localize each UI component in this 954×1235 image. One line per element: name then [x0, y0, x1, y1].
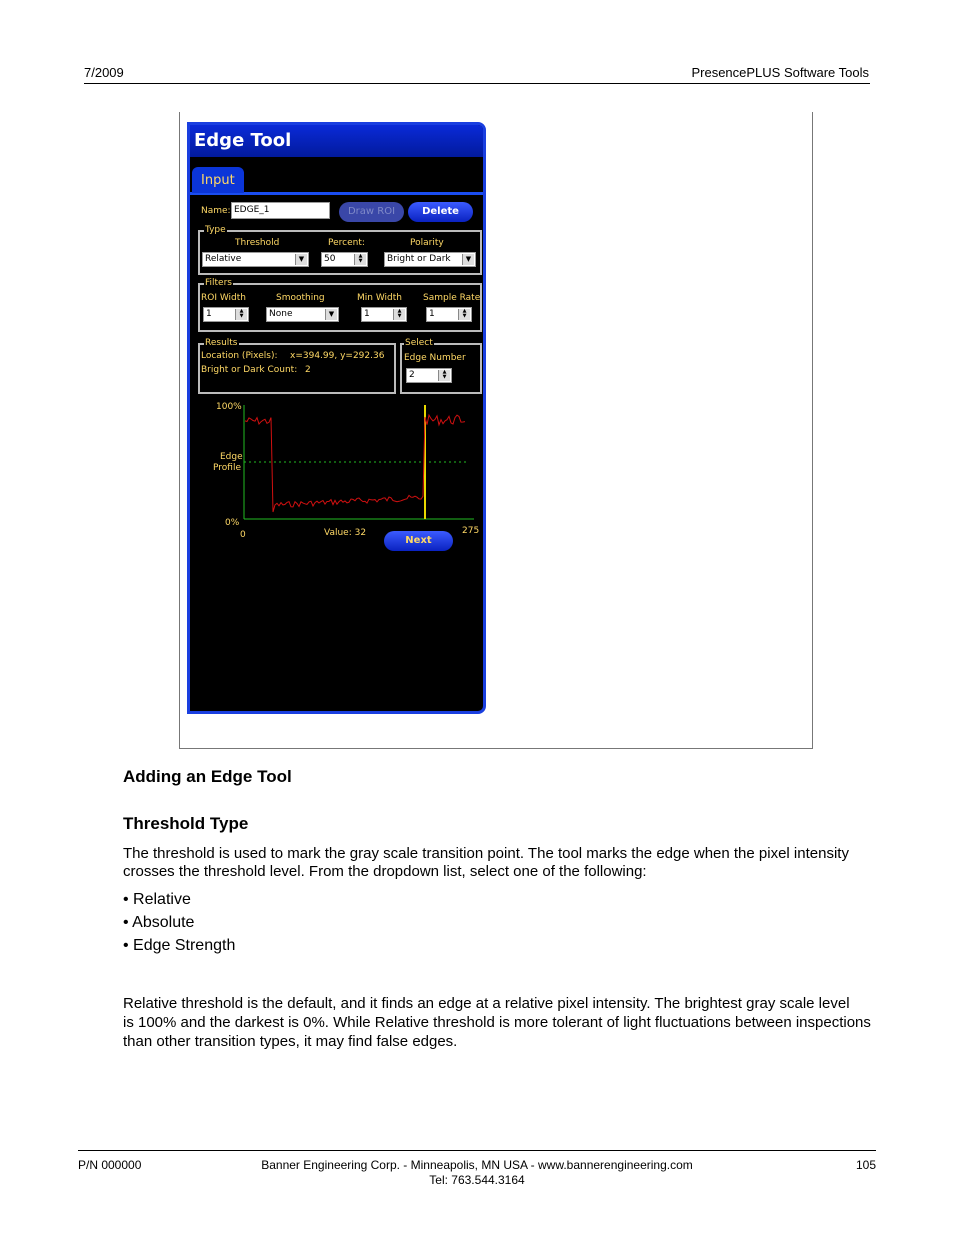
edge-tool-panel: Edge Tool Input Name: EDGE_1 Draw ROI De… — [187, 122, 486, 714]
bullet-relative: • Relative — [123, 891, 191, 908]
para1-line1: The threshold is used to mark the gray s… — [123, 845, 849, 862]
footer-company: Banner Engineering Corp. - Minneapolis, … — [261, 1158, 693, 1172]
polarity-dropdown-value: Bright or Dark — [387, 254, 451, 264]
para2-line1: Relative threshold is the default, and i… — [123, 995, 850, 1012]
tab-input-label: Input — [201, 173, 235, 188]
header-date: 7/2009 — [84, 65, 124, 80]
percent-label: Percent: — [328, 238, 365, 248]
edge-profile-line — [244, 413, 466, 513]
threshold-label: Threshold — [235, 238, 280, 248]
name-label: Name: — [201, 206, 231, 216]
threshold-dropdown[interactable]: Relative ▼ — [202, 252, 309, 267]
header-title: PresencePLUS Software Tools — [691, 65, 869, 80]
chevron-down-icon: ▼ — [462, 254, 474, 265]
count-value: 2 — [305, 365, 311, 375]
min-width-value: 1 — [364, 309, 370, 319]
spin-arrows-icon: ▲ ▼ — [438, 370, 450, 381]
footer-rule — [78, 1150, 876, 1151]
draw-roi-button[interactable]: Draw ROI — [339, 202, 404, 222]
para2-line3: than other transition types, it may find… — [123, 1033, 458, 1050]
sample-rate-value: 1 — [429, 309, 435, 319]
chevron-down-icon: ▼ — [295, 254, 307, 265]
results-group-label: Results — [204, 338, 239, 348]
next-button[interactable]: Next — [384, 531, 453, 551]
filters-group-label: Filters — [204, 278, 233, 288]
footer-page-number: 105 — [855, 1158, 876, 1172]
spin-arrows-icon: ▲ ▼ — [235, 309, 247, 320]
spin-arrows-icon: ▲ ▼ — [393, 309, 405, 320]
spin-arrows-icon: ▲ ▼ — [354, 254, 366, 265]
tab-input[interactable]: Input — [192, 167, 244, 193]
min-width-stepper[interactable]: 1 ▲ ▼ — [361, 307, 407, 322]
select-group-label: Select — [404, 338, 434, 348]
panel-title: Edge Tool — [194, 130, 292, 151]
roi-width-value: 1 — [206, 309, 212, 319]
para2-line2: is 100% and the darkest is 0%. While Rel… — [123, 1014, 871, 1031]
y-axis-bottom-label: 0% — [225, 518, 240, 528]
sample-rate-label: Sample Rate — [423, 293, 481, 303]
edge-label-1: Edge — [220, 452, 243, 462]
x-axis-end-label: 275 — [462, 526, 479, 536]
value-readout: Value: 32 — [324, 528, 366, 538]
y-axis-top-label: 100% — [216, 402, 242, 412]
smoothing-value: None — [269, 309, 293, 319]
name-input[interactable]: EDGE_1 — [231, 202, 330, 219]
spin-arrows-icon: ▲ ▼ — [458, 309, 470, 320]
location-label: Location (Pixels): — [201, 351, 278, 361]
delete-button[interactable]: Delete — [408, 202, 473, 222]
bullet-absolute: • Absolute — [123, 914, 195, 931]
chevron-down-icon: ▼ — [325, 309, 337, 320]
bullet-edge-strength: • Edge Strength — [123, 937, 236, 954]
header-rule — [84, 83, 870, 84]
percent-stepper-value: 50 — [324, 254, 336, 264]
polarity-label: Polarity — [410, 238, 444, 248]
edge-label-2: Profile — [213, 463, 241, 473]
heading-threshold-type: Threshold Type — [123, 814, 249, 833]
panel-title-bar: Edge Tool — [190, 125, 483, 157]
min-width-label: Min Width — [357, 293, 402, 303]
percent-stepper[interactable]: 50 ▲ ▼ — [321, 252, 368, 267]
edge-number-value: 2 — [409, 370, 415, 380]
polarity-dropdown[interactable]: Bright or Dark ▼ — [384, 252, 476, 267]
footer-tel: Tel: 763.544.3164 — [429, 1173, 525, 1187]
smoothing-dropdown[interactable]: None ▼ — [266, 307, 339, 322]
sample-rate-stepper[interactable]: 1 ▲ ▼ — [426, 307, 472, 322]
x-axis-start-label: 0 — [240, 530, 246, 540]
para1-line2: crosses the threshold level. From the dr… — [123, 863, 647, 880]
threshold-dropdown-value: Relative — [205, 254, 242, 264]
roi-width-label: ROI Width — [201, 293, 246, 303]
heading-adding-edge-tool: Adding an Edge Tool — [123, 767, 292, 786]
edge-number-label: Edge Number — [404, 353, 466, 363]
edge-number-stepper[interactable]: 2 ▲ ▼ — [406, 368, 452, 383]
roi-width-stepper[interactable]: 1 ▲ ▼ — [203, 307, 249, 322]
count-label: Bright or Dark Count: — [201, 365, 298, 375]
location-value: x=394.99, y=292.36 — [290, 351, 385, 361]
smoothing-label: Smoothing — [276, 293, 325, 303]
type-group-label: Type — [204, 225, 227, 235]
